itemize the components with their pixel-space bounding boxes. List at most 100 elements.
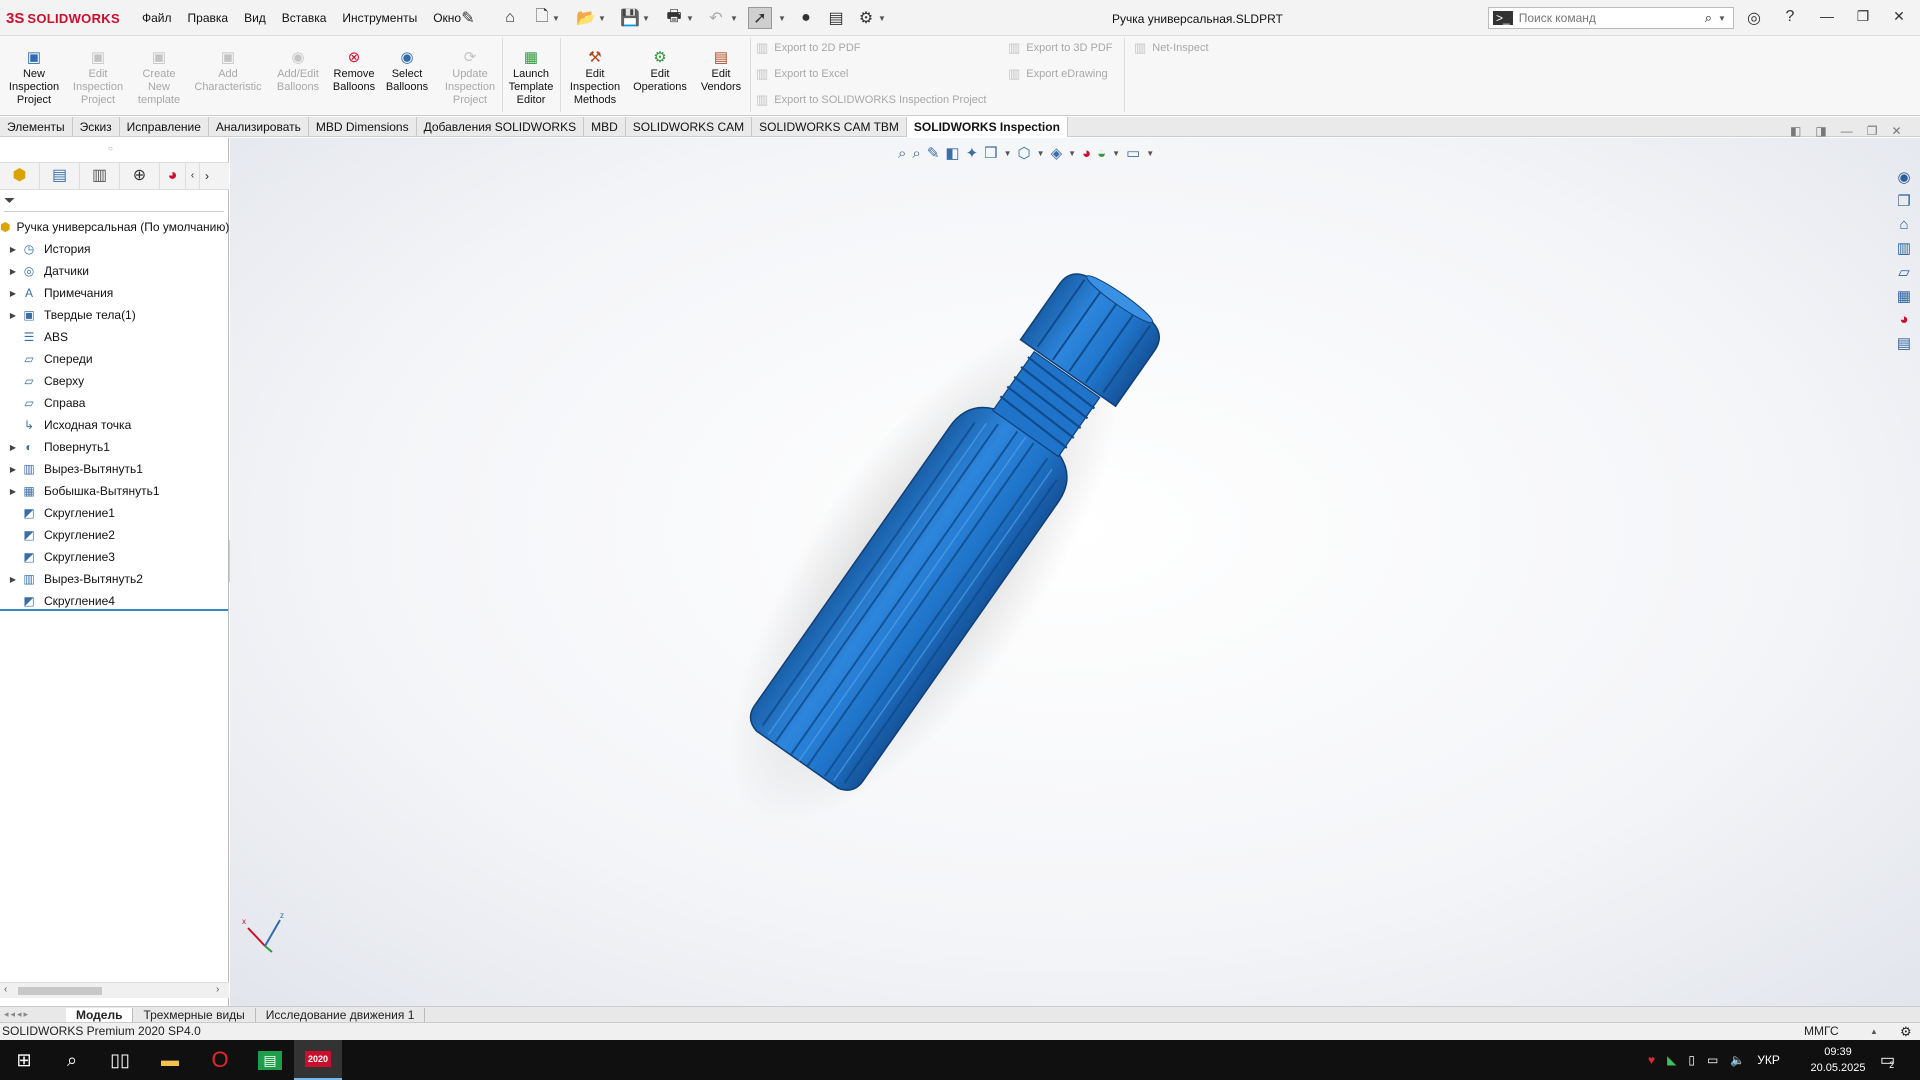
expand-arrow-icon[interactable]: ▶	[6, 487, 20, 496]
tree-item[interactable]: ▶ ▥ Вырез-Вытянуть1	[0, 458, 229, 480]
scroll-left-icon[interactable]: ‹	[4, 984, 7, 995]
tab-mbd[interactable]: MBD	[584, 117, 626, 137]
restore-window-button[interactable]: ❐	[1851, 8, 1875, 28]
tab-solidworks-cam[interactable]: SOLIDWORKS CAM	[626, 117, 753, 137]
tree-item[interactable]: ☰ ABS	[0, 326, 229, 348]
export-3d-pdf-button[interactable]: ▥ Export to 3D PDF	[1008, 38, 1113, 58]
expand-arrow-icon[interactable]: ▶	[6, 311, 20, 320]
launch-template-editor-button[interactable]: ▦ Launch Template Editor	[506, 48, 556, 116]
display-manager-tab-icon[interactable]: ◕	[160, 163, 186, 189]
tree-item[interactable]: ◩ Скругление2	[0, 524, 229, 546]
filter-icon[interactable]: ⏷	[4, 192, 15, 208]
tile-right-icon[interactable]: ◨	[1815, 124, 1826, 138]
tree-item[interactable]: ▶ A Примечания	[0, 282, 229, 304]
tree-item[interactable]: ↳ Исходная точка	[0, 414, 229, 436]
tree-item[interactable]: ▱ Справа	[0, 392, 229, 414]
spreadsheet-app-icon[interactable]: ▤	[246, 1040, 294, 1080]
handle-part[interactable]	[659, 226, 1214, 882]
tab-addins[interactable]: Добавления SOLIDWORKS	[417, 117, 585, 137]
opera-browser-icon[interactable]: O	[196, 1040, 244, 1080]
tab-sketch[interactable]: Эскиз	[73, 117, 120, 137]
tree-item[interactable]: ▶ ◐ Повернуть1	[0, 436, 229, 458]
open-folder-icon[interactable]: 📂	[574, 7, 598, 29]
user-account-icon[interactable]: ◎	[1742, 8, 1766, 28]
edit-inspection-methods-button[interactable]: ⚒ Edit Inspection Methods	[564, 48, 626, 116]
scroll-right-icon[interactable]: ›	[216, 984, 219, 995]
print-dropdown-icon[interactable]: ▼	[684, 7, 696, 29]
export-edrawing-button[interactable]: ▥ Export eDrawing	[1008, 64, 1108, 84]
scenes-icon[interactable]: ◕	[1899, 311, 1908, 328]
menu-file[interactable]: Файл	[134, 11, 180, 25]
doc-restore-icon[interactable]: ❐	[1867, 124, 1878, 138]
select-pointer-icon[interactable]: ➚	[748, 7, 772, 29]
tile-left-icon[interactable]: ◧	[1790, 124, 1801, 138]
tree-root-part[interactable]: ⬢ Ручка универсальная (По умолчанию)	[0, 216, 229, 238]
graphics-area[interactable]: ◧ ◨ — ❐ ✕ ⌕ ⌕ ✎ ◧ ✦ ❒ ▼ ⬡ ▼ ◈ ▼ ◕ ◒ ▼ ▭ …	[230, 124, 1920, 1006]
rebuild-status-icon[interactable]: ⚙	[1900, 1023, 1912, 1040]
network-icon[interactable]: ▭	[1707, 1053, 1718, 1067]
home-icon[interactable]: ⌂	[498, 7, 522, 29]
custom-properties-icon[interactable]: ▤	[1897, 334, 1911, 352]
property-manager-tab-icon[interactable]: ▤	[40, 163, 80, 189]
dimxpert-manager-tab-icon[interactable]: ⊕	[120, 163, 160, 189]
doc-minimize-icon[interactable]: —	[1841, 124, 1853, 138]
minimize-window-button[interactable]: —	[1815, 8, 1839, 28]
options-gear-icon[interactable]: ⚙	[854, 7, 878, 29]
folder-icon[interactable]: ▱	[1898, 263, 1910, 281]
configuration-manager-tab-icon[interactable]: ▥	[80, 163, 120, 189]
edit-inspection-project-button[interactable]: ▣ Edit Inspection Project	[66, 48, 130, 116]
export-inspection-project-button[interactable]: ▥ Export to SOLIDWORKS Inspection Project	[756, 90, 986, 110]
export-excel-button[interactable]: ▥ Export to Excel	[756, 64, 848, 84]
task-view-icon[interactable]: ▯▯	[96, 1040, 144, 1080]
rollback-bar[interactable]	[0, 609, 228, 611]
save-icon[interactable]: 💾	[618, 7, 642, 29]
tree-item[interactable]: ▶ ▣ Твердые тела(1)	[0, 304, 229, 326]
expand-arrow-icon[interactable]: ▶	[6, 575, 20, 584]
tray-shield-icon[interactable]: ♥	[1648, 1053, 1655, 1067]
tab-solidworks-inspection[interactable]: SOLIDWORKS Inspection	[906, 117, 1068, 137]
tree-item[interactable]: ▶ ▦ Бобышка-Вытянуть1	[0, 480, 229, 502]
tree-item[interactable]: ▱ Сверху	[0, 370, 229, 392]
units-dropdown-icon[interactable]: ▲	[1870, 1023, 1878, 1040]
options-dropdown-icon[interactable]: ▼	[876, 7, 888, 29]
menu-view[interactable]: Вид	[236, 11, 274, 25]
menu-tools[interactable]: Инструменты	[334, 11, 425, 25]
file-explorer-icon[interactable]: ⌂	[1899, 216, 1908, 233]
command-search[interactable]: >_ ⌕ ▼	[1488, 7, 1734, 29]
panel-tabs-scroll-right-icon[interactable]: ›	[200, 163, 214, 189]
panel-horizontal-scrollbar[interactable]: ‹ ›	[0, 982, 229, 998]
update-inspection-project-button[interactable]: ⟳ Update Inspection Project	[440, 48, 500, 116]
create-new-template-button[interactable]: ▣ Create New template	[132, 48, 186, 116]
add-edit-balloons-button[interactable]: ◉ Add/Edit Balloons	[272, 48, 324, 116]
remove-balloons-button[interactable]: ⊗ Remove Balloons	[328, 48, 380, 116]
export-2d-pdf-button[interactable]: ▥ Export to 2D PDF	[756, 38, 861, 58]
pin-menu-icon[interactable]: ✎	[456, 7, 480, 29]
tab-navigation-arrows-icon[interactable]: ◂◂◂▸	[0, 1009, 66, 1020]
panel-grip-icon[interactable]: ○	[108, 144, 113, 153]
menu-insert[interactable]: Вставка	[274, 11, 335, 25]
edit-operations-button[interactable]: ⚙ Edit Operations	[628, 48, 692, 116]
add-characteristic-button[interactable]: ▣ Add Characteristic	[190, 48, 266, 116]
tree-item[interactable]: ▱ Спереди	[0, 348, 229, 370]
clock[interactable]: 09:39 20.05.2025	[1806, 1044, 1870, 1076]
panel-tabs-scroll-left-icon[interactable]: ‹	[186, 163, 200, 189]
tree-item[interactable]: ▶ ◎ Датчики	[0, 260, 229, 282]
select-balloons-button[interactable]: ◉ Select Balloons	[382, 48, 432, 116]
windows-start-icon[interactable]: ⊞	[0, 1040, 48, 1080]
units-selector[interactable]: ММГС	[1804, 1023, 1839, 1040]
traffic-light-icon[interactable]: ●	[794, 7, 818, 29]
file-explorer-taskbar-icon[interactable]: ▬	[146, 1040, 194, 1080]
expand-arrow-icon[interactable]: ▶	[6, 465, 20, 474]
doc-close-icon[interactable]: ✕	[1891, 124, 1901, 138]
volume-icon[interactable]: 🔈	[1730, 1053, 1745, 1067]
expand-arrow-icon[interactable]: ▶	[6, 267, 20, 276]
menu-edit[interactable]: Правка	[180, 11, 237, 25]
solidworks-resources-icon[interactable]: ◉	[1897, 168, 1910, 186]
solidworks-taskbar-icon[interactable]: 2020	[294, 1040, 342, 1080]
appearances-icon[interactable]: ▦	[1897, 287, 1911, 305]
3d-model-view[interactable]	[230, 138, 1920, 1006]
search-icon[interactable]: ⌕	[1705, 10, 1712, 26]
tree-filter[interactable]: ⏷	[4, 192, 224, 212]
tree-item[interactable]: ◩ Скругление1	[0, 502, 229, 524]
tab-evaluate[interactable]: Анализировать	[209, 117, 309, 137]
